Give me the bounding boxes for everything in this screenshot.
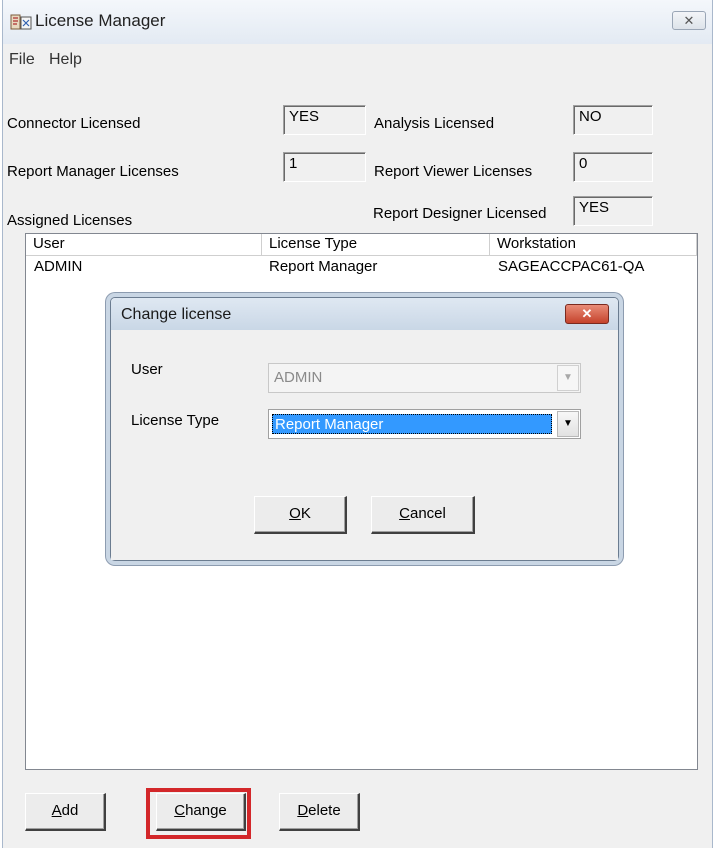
title-bar: License Manager ✕ bbox=[3, 0, 712, 44]
column-header-license-type[interactable]: License Type bbox=[262, 234, 490, 256]
dialog-title: Change license bbox=[121, 306, 232, 323]
column-header-user[interactable]: User bbox=[26, 234, 262, 256]
report-designer-licensed-value: YES bbox=[573, 196, 653, 226]
license-app-icon bbox=[10, 14, 32, 30]
delete-button[interactable]: Delete bbox=[279, 793, 360, 831]
close-icon: ✕ bbox=[683, 13, 695, 28]
assigned-licenses-label: Assigned Licenses bbox=[7, 212, 133, 229]
change-button-highlight bbox=[146, 788, 251, 839]
row-user-cell: ADMIN bbox=[34, 258, 83, 275]
menu-bar: File Help bbox=[3, 44, 712, 74]
user-select-value: ADMIN bbox=[274, 369, 323, 386]
license-type-select-value: Report Manager bbox=[272, 414, 552, 434]
add-button[interactable]: Add bbox=[25, 793, 106, 831]
dialog-user-label: User bbox=[131, 361, 163, 378]
report-manager-licenses-value: 1 bbox=[283, 152, 366, 182]
column-header-workstation[interactable]: Workstation bbox=[490, 234, 697, 256]
report-manager-licenses-label: Report Manager Licenses bbox=[7, 163, 179, 180]
report-viewer-licenses-value: 0 bbox=[573, 152, 653, 182]
analysis-licensed-label: Analysis Licensed bbox=[374, 115, 495, 132]
ok-button[interactable]: OK bbox=[254, 496, 347, 534]
connector-licensed-label: Connector Licensed bbox=[7, 115, 141, 132]
dialog-close-button[interactable]: ✕ bbox=[565, 304, 609, 324]
dialog-title-bar: Change license ✕ bbox=[111, 298, 618, 330]
window-title: License Manager bbox=[35, 11, 166, 30]
row-workstation-cell: SAGEACCPAC61-QA bbox=[498, 258, 645, 275]
close-icon: ✕ bbox=[581, 306, 593, 321]
close-button[interactable]: ✕ bbox=[672, 11, 706, 30]
chevron-down-icon[interactable]: ▼ bbox=[557, 365, 579, 391]
menu-file[interactable]: File bbox=[9, 51, 35, 69]
report-designer-licensed-label: Report Designer Licensed bbox=[373, 205, 547, 222]
dialog-license-type-label: License Type bbox=[131, 412, 220, 429]
user-select[interactable]: ADMIN ▼ bbox=[268, 363, 581, 393]
connector-licensed-value: YES bbox=[283, 105, 366, 135]
change-license-dialog: Change license ✕ User ADMIN ▼ License Ty… bbox=[110, 297, 619, 561]
cancel-button[interactable]: Cancel bbox=[371, 496, 475, 534]
menu-help[interactable]: Help bbox=[49, 51, 82, 69]
chevron-down-icon[interactable]: ▼ bbox=[557, 411, 579, 437]
report-viewer-licenses-label: Report Viewer Licenses bbox=[374, 163, 533, 180]
row-license-type-cell: Report Manager bbox=[269, 258, 378, 275]
dialog-body: User ADMIN ▼ License Type Report Manager… bbox=[111, 330, 618, 560]
analysis-licensed-value: NO bbox=[573, 105, 653, 135]
license-type-select[interactable]: Report Manager ▼ bbox=[268, 409, 581, 439]
